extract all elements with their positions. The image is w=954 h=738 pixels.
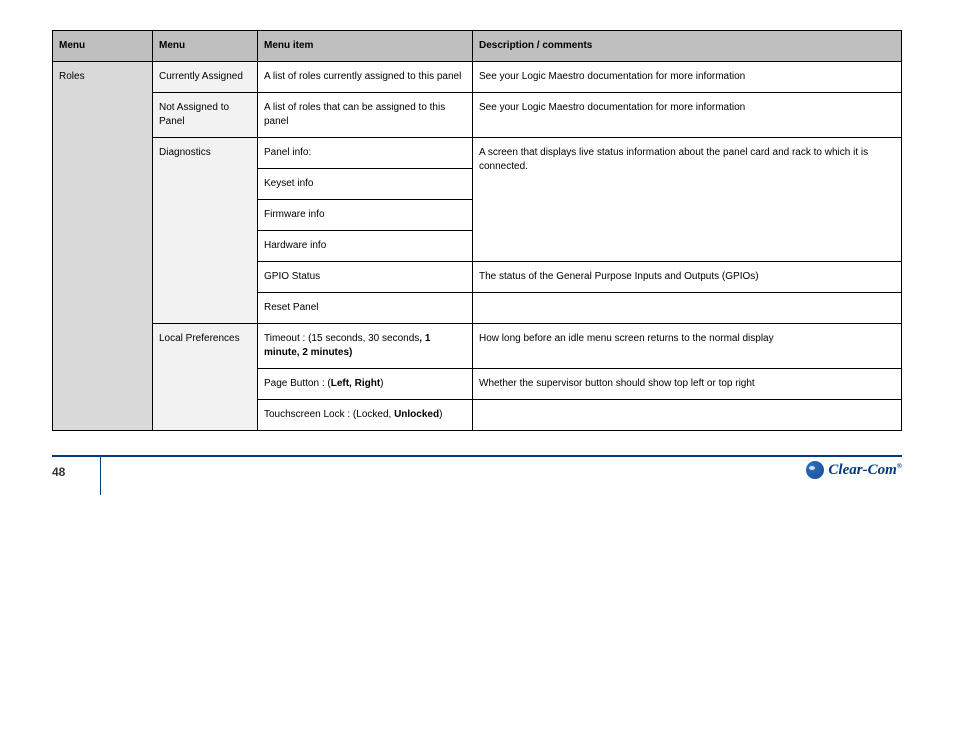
item-prefix: Touchscreen Lock : (Locked,	[264, 409, 394, 420]
table-row: Not Assigned to Panel A list of roles th…	[53, 93, 902, 138]
header-c1: Menu	[53, 31, 153, 62]
submenu-currently-assigned: Currently Assigned	[153, 62, 258, 93]
item-cell: Keyset info	[258, 169, 473, 200]
header-c2: Menu	[153, 31, 258, 62]
submenu-diagnostics: Diagnostics	[153, 138, 258, 324]
brand-text: Clear-Com®	[828, 462, 902, 479]
header-c4: Description / comments	[473, 31, 902, 62]
item-bold: Left, Right	[331, 378, 380, 389]
table-row: Local Preferences Timeout : (15 seconds,…	[53, 324, 902, 369]
item-suffix: )	[439, 409, 442, 420]
item-cell: Hardware info	[258, 231, 473, 262]
item-bold: Unlocked	[394, 409, 439, 420]
desc-cell: Whether the supervisor button should sho…	[473, 369, 902, 400]
item-cell: Timeout : (15 seconds, 30 seconds, 1 min…	[258, 324, 473, 369]
submenu-local-preferences: Local Preferences	[153, 324, 258, 431]
desc-cell: See your Logic Maestro documentation for…	[473, 62, 902, 93]
item-cell: A list of roles that can be assigned to …	[258, 93, 473, 138]
table-row: Diagnostics Panel info: A screen that di…	[53, 138, 902, 169]
page-number: 48	[52, 465, 65, 479]
item-cell: Firmware info	[258, 200, 473, 231]
item-prefix: Page Button : (	[264, 378, 331, 389]
item-cell: Panel info:	[258, 138, 473, 169]
desc-cell: How long before an idle menu screen retu…	[473, 324, 902, 369]
desc-cell: The status of the General Purpose Inputs…	[473, 262, 902, 293]
item-cell: Reset Panel	[258, 293, 473, 324]
item-cell: A list of roles currently assigned to th…	[258, 62, 473, 93]
desc-cell: See your Logic Maestro documentation for…	[473, 93, 902, 138]
item-cell: Page Button : (Left, Right)	[258, 369, 473, 400]
desc-cell	[473, 400, 902, 431]
item-cell: GPIO Status	[258, 262, 473, 293]
menu-table: Menu Menu Menu item Description / commen…	[52, 30, 902, 431]
brand-logo: Clear-Com®	[806, 461, 902, 479]
footer-bar: 48 Clear-Com®	[52, 455, 902, 495]
footer-divider	[100, 457, 101, 495]
menu-roles: Roles	[53, 62, 153, 431]
item-prefix: Timeout : (15 seconds, 30 seconds	[264, 333, 419, 344]
desc-cell: A screen that displays live status infor…	[473, 138, 902, 262]
item-cell: Touchscreen Lock : (Locked, Unlocked)	[258, 400, 473, 431]
header-c3: Menu item	[258, 31, 473, 62]
globe-icon	[806, 461, 824, 479]
submenu-not-assigned: Not Assigned to Panel	[153, 93, 258, 138]
table-row: Roles Currently Assigned A list of roles…	[53, 62, 902, 93]
header-row: Menu Menu Menu item Description / commen…	[53, 31, 902, 62]
item-suffix: )	[380, 378, 383, 389]
desc-cell	[473, 293, 902, 324]
